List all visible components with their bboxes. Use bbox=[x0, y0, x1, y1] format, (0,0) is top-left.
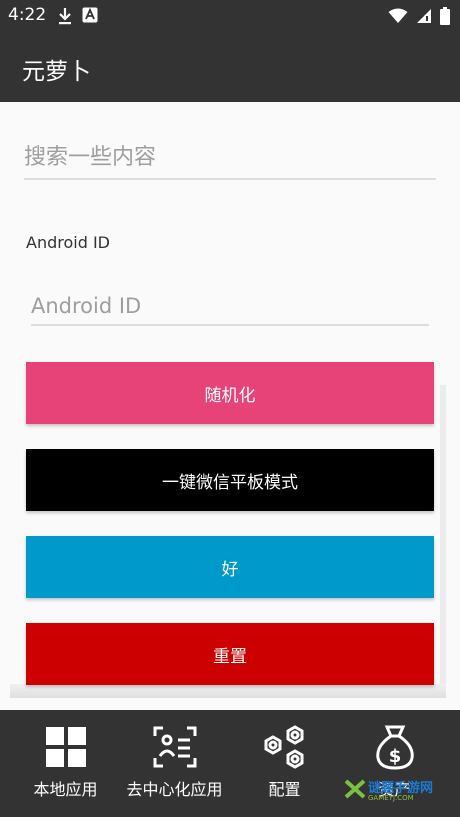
app-toolbar: 元萝卜 bbox=[0, 32, 460, 102]
wifi-icon bbox=[388, 8, 408, 28]
nav-item-local-apps[interactable]: 本地应用 bbox=[8, 710, 123, 817]
android-id-label: Android ID bbox=[26, 233, 110, 252]
signal-icon bbox=[416, 8, 432, 28]
nav-item-dapps[interactable]: 去中心化应用 bbox=[117, 710, 232, 817]
svg-text:$: $ bbox=[388, 746, 401, 767]
face-scan-icon bbox=[153, 724, 197, 770]
scrollbar-track[interactable] bbox=[440, 385, 446, 695]
hexagon-nuts-icon bbox=[260, 724, 310, 770]
battery-icon bbox=[440, 7, 450, 29]
nav-label: 配置 bbox=[268, 780, 301, 799]
wechat-tablet-mode-button[interactable]: 一键微信平板模式 bbox=[26, 449, 434, 511]
content-shadow bbox=[10, 684, 446, 698]
money-bag-icon: $ bbox=[374, 724, 416, 770]
watermark-logo-icon bbox=[344, 778, 366, 804]
nav-label: 去中心化应用 bbox=[126, 780, 223, 799]
app-title: 元萝卜 bbox=[22, 59, 91, 85]
search-input[interactable] bbox=[24, 136, 436, 180]
android-id-input[interactable] bbox=[31, 288, 429, 326]
ok-button[interactable]: 好 bbox=[26, 536, 434, 598]
nav-label: 本地应用 bbox=[33, 780, 98, 799]
app-notification-icon bbox=[82, 7, 98, 29]
status-bar: 4:22 bbox=[0, 0, 460, 32]
status-time: 4:22 bbox=[8, 5, 47, 25]
download-icon bbox=[58, 7, 72, 29]
reset-button[interactable]: 重置 bbox=[26, 623, 434, 685]
randomize-button[interactable]: 随机化 bbox=[26, 362, 434, 424]
grid-icon bbox=[45, 724, 87, 770]
watermark-subtext: GAMEYJ.COM bbox=[368, 794, 414, 802]
nav-item-config[interactable]: 配置 bbox=[227, 710, 342, 817]
watermark: 谜题手游网 GAMEYJ.COM bbox=[344, 776, 456, 806]
